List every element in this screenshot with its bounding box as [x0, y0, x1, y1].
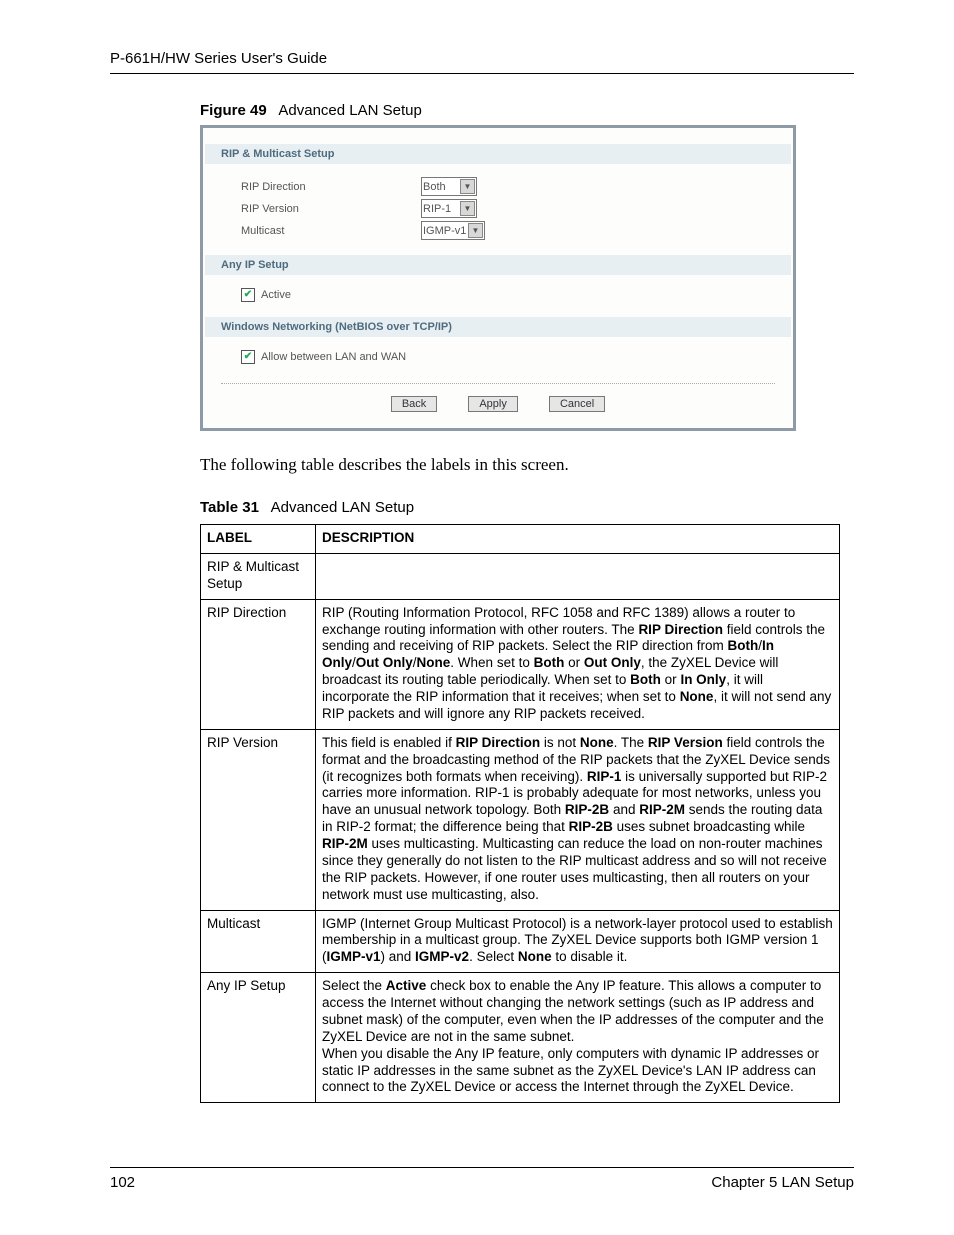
allow-lan-wan-label: Allow between LAN and WAN: [261, 351, 406, 363]
figure-caption: Figure 49 Advanced LAN Setup: [200, 102, 854, 119]
table-title: Advanced LAN Setup: [271, 499, 414, 516]
cell-description: IGMP (Internet Group Multicast Protocol)…: [316, 910, 840, 973]
th-label: LABEL: [201, 525, 316, 554]
chevron-down-icon: ▼: [460, 201, 475, 216]
cell-label: RIP Version: [201, 729, 316, 910]
table-caption: Table 31 Advanced LAN Setup: [200, 499, 854, 516]
rip-version-select[interactable]: RIP-1 ▼: [421, 199, 477, 218]
table-row: RIP DirectionRIP (Routing Information Pr…: [201, 599, 840, 729]
allow-lan-wan-checkbox[interactable]: ✔: [241, 350, 255, 364]
chapter-title: Chapter 5 LAN Setup: [711, 1174, 854, 1191]
multicast-select[interactable]: IGMP-v1 ▼: [421, 221, 485, 240]
header-rule: [110, 73, 854, 74]
table-row: MulticastIGMP (Internet Group Multicast …: [201, 910, 840, 973]
active-label: Active: [261, 289, 291, 301]
table-row: RIP VersionThis field is enabled if RIP …: [201, 729, 840, 910]
cancel-button[interactable]: Cancel: [549, 396, 605, 412]
rip-direction-select[interactable]: Both ▼: [421, 177, 477, 196]
chevron-down-icon: ▼: [468, 223, 483, 238]
cell-description: This field is enabled if RIP Direction i…: [316, 729, 840, 910]
multicast-label: Multicast: [241, 225, 421, 237]
embedded-screenshot: RIP & Multicast Setup RIP Direction Both…: [200, 125, 796, 431]
running-header: P-661H/HW Series User's Guide: [110, 50, 854, 67]
rip-direction-label: RIP Direction: [241, 181, 421, 193]
table-row: RIP & Multicast Setup: [201, 553, 840, 599]
page-number: 102: [110, 1174, 135, 1191]
description-table: LABEL DESCRIPTION RIP & Multicast SetupR…: [200, 524, 840, 1103]
figure-label: Figure 49: [200, 102, 267, 119]
footer-rule: [110, 1167, 854, 1168]
back-button[interactable]: Back: [391, 396, 437, 412]
cell-label: RIP & Multicast Setup: [201, 553, 316, 599]
table-label: Table 31: [200, 499, 259, 516]
th-description: DESCRIPTION: [316, 525, 840, 554]
active-checkbox[interactable]: ✔: [241, 288, 255, 302]
apply-button[interactable]: Apply: [468, 396, 518, 412]
section-rip-multicast: RIP & Multicast Setup: [205, 144, 791, 164]
cell-description: RIP (Routing Information Protocol, RFC 1…: [316, 599, 840, 729]
cell-description: [316, 553, 840, 599]
section-any-ip: Any IP Setup: [205, 255, 791, 275]
cell-label: Any IP Setup: [201, 973, 316, 1103]
section-windows-networking: Windows Networking (NetBIOS over TCP/IP): [205, 317, 791, 337]
chevron-down-icon: ▼: [460, 179, 475, 194]
intro-paragraph: The following table describes the labels…: [200, 455, 854, 475]
cell-label: Multicast: [201, 910, 316, 973]
rip-version-label: RIP Version: [241, 203, 421, 215]
figure-title: Advanced LAN Setup: [278, 102, 421, 119]
table-row: Any IP SetupSelect the Active check box …: [201, 973, 840, 1103]
cell-label: RIP Direction: [201, 599, 316, 729]
cell-description: Select the Active check box to enable th…: [316, 973, 840, 1103]
